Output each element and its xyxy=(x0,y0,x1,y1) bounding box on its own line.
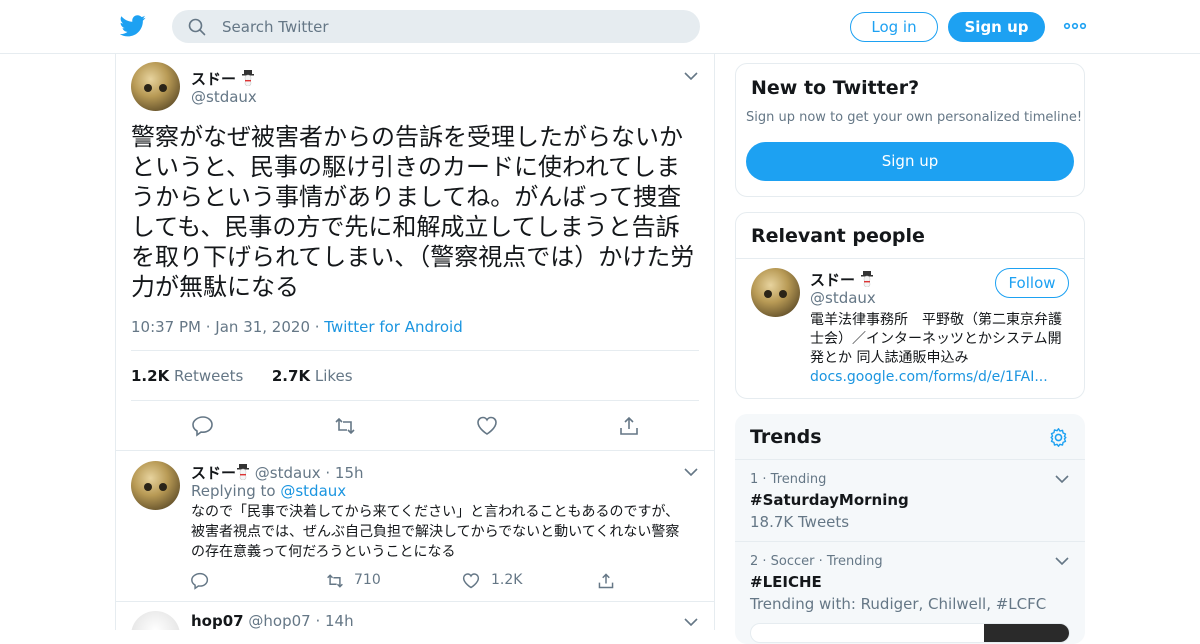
like-icon[interactable] xyxy=(462,572,480,590)
avatar[interactable] xyxy=(751,268,800,317)
search-placeholder: Search Twitter xyxy=(222,18,329,36)
replying-to: Replying to @stdaux xyxy=(191,482,346,500)
reply-text: なので「民事で決着してから来てください」と言われることもあるのですが、被害者視点… xyxy=(191,504,680,560)
retweets-label: Retweets xyxy=(173,367,244,385)
divider xyxy=(131,400,699,401)
trend-media-thumbnail xyxy=(984,624,1069,642)
twitter-bird-icon[interactable] xyxy=(120,14,146,38)
like-icon[interactable] xyxy=(476,415,498,437)
tweet-date[interactable]: Jan 31, 2020 xyxy=(215,318,310,336)
replying-to-link[interactable]: @stdaux xyxy=(280,482,346,500)
author-name-text: スドー xyxy=(191,70,237,88)
likes-label: Likes xyxy=(314,367,353,385)
reply-header: hop07 @hop07 · 14h xyxy=(191,612,354,630)
card-title: Relevant people xyxy=(751,225,925,247)
tweet-source[interactable]: Twitter for Android xyxy=(324,318,462,336)
more-icon[interactable] xyxy=(1063,20,1087,32)
retweets-stat[interactable]: 1.2K Retweets xyxy=(131,367,243,385)
trend-tag: #SaturdayMorning xyxy=(750,491,909,509)
chevron-down-icon[interactable] xyxy=(1055,557,1069,565)
chevron-down-icon[interactable] xyxy=(684,468,698,476)
tweet-stats: 1.2K Retweets 2.7K Likes xyxy=(131,367,353,385)
divider xyxy=(131,350,699,351)
avatar[interactable] xyxy=(131,461,180,510)
reply-age[interactable]: 15h xyxy=(335,464,364,482)
tweet-author-handle[interactable]: @stdaux xyxy=(191,88,257,106)
snowman-emoji-icon xyxy=(237,464,250,480)
signup-button[interactable]: Sign up xyxy=(948,12,1045,42)
replying-prefix: Replying to xyxy=(191,482,276,500)
person-bio: 電羊法律事務所 平野敬（第二東京弁護士会）／インターネッツとかシステム開発とか … xyxy=(810,311,1072,387)
trend-item[interactable]: 1 · Trending #SaturdayMorning 18.7K Twee… xyxy=(735,460,1085,541)
new-to-twitter-card: New to Twitter? Sign up now to get your … xyxy=(735,63,1085,197)
reply-header: スドー @stdaux · 15h xyxy=(191,464,364,482)
retweet-icon[interactable] xyxy=(334,415,356,437)
trends-card: Trends 1 · Trending #SaturdayMorning 18.… xyxy=(735,414,1085,644)
reply-age[interactable]: 14h xyxy=(325,612,354,630)
main-timeline: スドー @stdaux 警察がなぜ被害者からの告訴を受理したがらないかというと、… xyxy=(115,54,715,630)
likes-stat[interactable]: 2.7K Likes xyxy=(272,367,353,385)
likes-count: 2.7K xyxy=(271,367,311,385)
person-handle[interactable]: @stdaux xyxy=(810,289,876,307)
person-name-text: スドー xyxy=(810,271,856,289)
search-icon xyxy=(188,18,206,36)
reply-author-handle[interactable]: @stdaux xyxy=(255,464,321,482)
reply-author-handle[interactable]: @hop07 xyxy=(248,612,310,630)
trend-sub: 18.7K Tweets xyxy=(750,513,850,531)
top-bar: Search Twitter Log in Sign up xyxy=(0,0,1200,54)
trend-meta: 1 · Trending xyxy=(750,472,827,487)
tweet-time[interactable]: 10:37 PM xyxy=(131,318,201,336)
reply-author-name[interactable]: スドー xyxy=(191,464,236,482)
trend-tag: #LEICHE xyxy=(750,573,822,591)
divider xyxy=(116,601,714,602)
tweet-text: 警察がなぜ被害者からの告訴を受理したがらないかというと、民事の駆け引きのカードに… xyxy=(131,123,695,301)
reply-icon[interactable] xyxy=(191,572,209,590)
trend-meta: 2 · Soccer · Trending xyxy=(750,554,883,569)
chevron-down-icon[interactable] xyxy=(1055,475,1069,483)
divider xyxy=(116,450,714,451)
avatar[interactable] xyxy=(131,62,180,111)
chevron-down-icon[interactable] xyxy=(684,618,698,626)
chevron-down-icon[interactable] xyxy=(684,72,698,80)
card-title: Trends xyxy=(750,426,822,448)
snowman-emoji-icon xyxy=(861,271,874,287)
snowman-emoji-icon xyxy=(242,70,255,86)
retweets-count: 1.2K xyxy=(131,367,170,385)
person-bio-link[interactable]: docs.google.com/forms/d/e/1FAI... xyxy=(810,369,1048,385)
person-name[interactable]: スドー xyxy=(810,269,874,290)
relevant-people-card: Relevant people スドー @stdaux Follow 電羊法律事… xyxy=(735,212,1085,399)
search-input[interactable]: Search Twitter xyxy=(172,10,700,43)
person-bio-text: 電羊法律事務所 平野敬（第二東京弁護士会）／インターネッツとかシステム開発とか … xyxy=(810,312,1062,366)
share-icon[interactable] xyxy=(618,415,640,437)
reply-icon[interactable] xyxy=(192,415,214,437)
reply-author-name[interactable]: hop07 xyxy=(191,612,244,630)
tweet-author-name[interactable]: スドー xyxy=(191,68,255,89)
trend-item[interactable]: 2 · Soccer · Trending #LEICHE Trending w… xyxy=(735,542,1085,643)
card-title: New to Twitter? xyxy=(751,77,920,99)
follow-button[interactable]: Follow xyxy=(995,268,1069,298)
trend-media-card[interactable] xyxy=(750,623,1070,643)
share-icon[interactable] xyxy=(597,572,615,590)
card-subtitle: Sign up now to get your own personalized… xyxy=(746,110,1083,125)
tweet-meta: 10:37 PM · Jan 31, 2020 · Twitter for An… xyxy=(131,318,463,336)
avatar[interactable] xyxy=(131,611,180,630)
trend-sub: Trending with: Rudiger, Chilwell, #LCFC xyxy=(750,595,1047,613)
retweet-icon[interactable] xyxy=(326,572,344,590)
reply-retweet-count: 710 xyxy=(354,572,381,588)
sidebar-signup-button[interactable]: Sign up xyxy=(746,142,1074,181)
gear-icon[interactable] xyxy=(1048,427,1069,448)
reply-like-count: 1.2K xyxy=(491,572,523,588)
divider xyxy=(736,258,1084,259)
login-button[interactable]: Log in xyxy=(850,12,938,42)
